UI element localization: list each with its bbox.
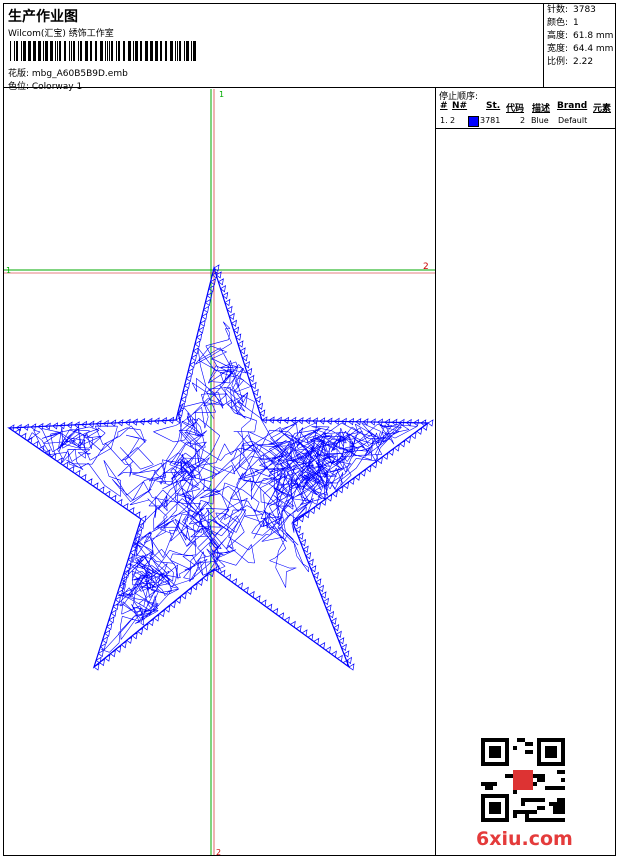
row-needle: 2 <box>450 116 456 125</box>
col-code: 代码 <box>506 104 525 114</box>
col-desc: 描述 <box>532 104 551 114</box>
row-brand: Default <box>558 116 588 125</box>
stat-scale: 比例: 2.22 <box>547 57 594 67</box>
design-canvas: 1 2 1 2 <box>4 89 435 855</box>
guide-label-v-bottom: 2 <box>216 848 221 855</box>
row-stitches: 3781 <box>480 116 501 125</box>
star-stitch-pattern <box>7 264 434 671</box>
stat-height: 高度: 61.8 mm <box>547 31 614 41</box>
header-divider <box>3 87 616 88</box>
guide-label-v-top: 1 <box>219 90 224 99</box>
stats-divider <box>543 3 544 87</box>
row-desc: Blue <box>531 116 549 125</box>
col-brand: Brand <box>557 101 588 111</box>
watermark-logo: 6xiu.com <box>476 828 573 850</box>
stat-stitch-count: 针数: 3783 <box>547 5 596 15</box>
stats-block: 针数: 3783 颜色: 1 高度: 61.8 mm 宽度: 64.4 mm 比例: 2.… <box>547 4 613 69</box>
thread-table-divider <box>435 128 616 129</box>
col-stitches: St. <box>486 101 501 111</box>
panel-divider <box>435 87 436 856</box>
row-index: 1. <box>440 116 448 125</box>
page-title: 生产作业图 <box>8 9 78 25</box>
col-element: 元素 <box>593 104 612 114</box>
col-no: N# <box>452 101 468 111</box>
qr-code <box>481 738 565 822</box>
studio-name: Wilcom(汇宝) 绣饰工作室 <box>8 29 114 39</box>
row-code: 2 <box>520 116 526 125</box>
color-swatch <box>468 116 479 127</box>
guide-label-h-left: 1 <box>6 266 11 275</box>
stat-width: 宽度: 64.4 mm <box>547 44 614 54</box>
col-hash: # <box>440 101 448 111</box>
guide-label-h-right: 2 <box>423 262 429 272</box>
header-area: 生产作业图 Wilcom(汇宝) 绣饰工作室 花版: mbg_A60B5B9D.… <box>4 4 543 92</box>
barcode <box>10 41 196 61</box>
stat-colors: 颜色: 1 <box>547 18 579 28</box>
design-filename: 花版: mbg_A60B5B9D.emb <box>8 69 128 79</box>
